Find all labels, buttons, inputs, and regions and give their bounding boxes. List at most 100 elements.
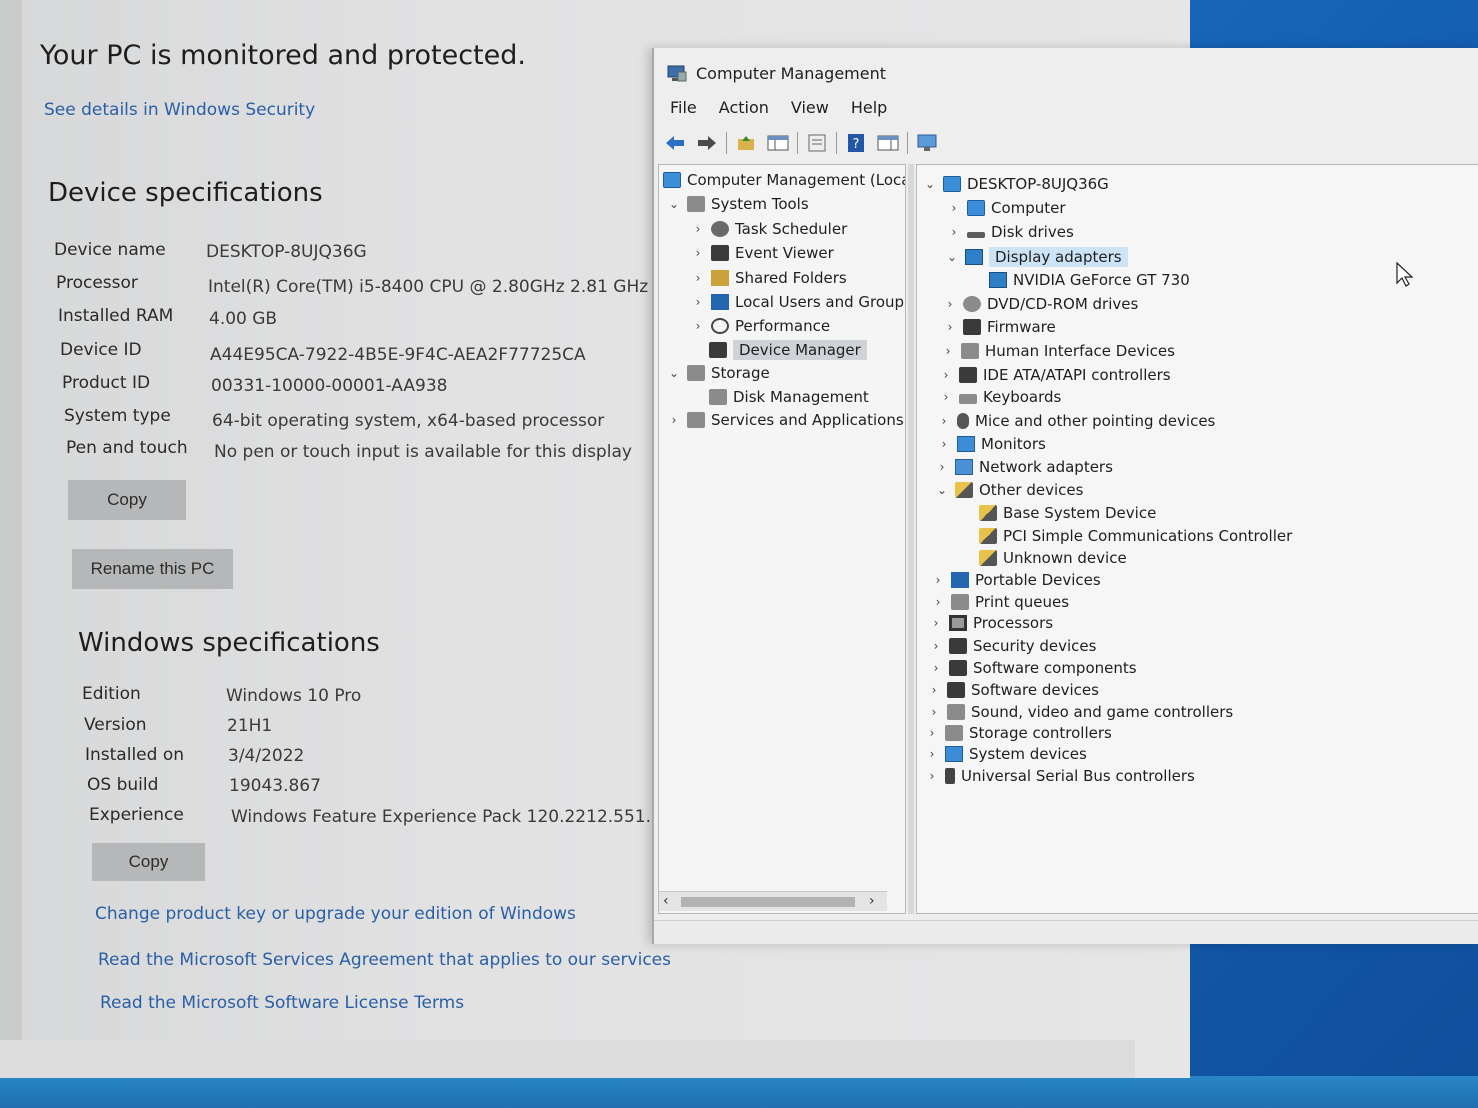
device-category[interactable]: › Software components	[929, 659, 1137, 677]
chevron-right-icon[interactable]: ›	[935, 460, 949, 474]
device-item[interactable]: Base System Device	[979, 504, 1156, 522]
device-category[interactable]: › DVD/CD-ROM drives	[943, 295, 1139, 313]
chevron-down-icon[interactable]: ⌄	[945, 250, 959, 264]
chevron-right-icon[interactable]: ›	[947, 225, 961, 239]
menu-file[interactable]: File	[670, 98, 697, 117]
rename-pc-button[interactable]: Rename this PC	[72, 549, 233, 589]
chevron-right-icon[interactable]: ›	[931, 573, 945, 587]
tree-item-shared-folders[interactable]: › Shared Folders	[691, 269, 847, 287]
scroll-left-icon[interactable]: ‹	[663, 893, 669, 909]
chevron-right-icon[interactable]: ›	[937, 414, 951, 428]
chevron-right-icon[interactable]: ›	[929, 661, 943, 675]
chevron-right-icon[interactable]: ›	[939, 368, 953, 382]
tree-item-storage[interactable]: ⌄ Storage	[667, 364, 770, 382]
change-product-key-link[interactable]: Change product key or upgrade your editi…	[95, 904, 576, 924]
properties-icon[interactable]	[804, 131, 830, 155]
tree-item-system-tools[interactable]: ⌄ System Tools	[667, 195, 809, 213]
device-category[interactable]: › Human Interface Devices	[941, 342, 1175, 360]
chevron-right-icon[interactable]: ›	[925, 747, 939, 761]
chevron-right-icon[interactable]: ›	[927, 683, 941, 697]
menu-view[interactable]: View	[791, 98, 829, 117]
device-category[interactable]: › Keyboards	[939, 388, 1062, 406]
chevron-right-icon[interactable]: ›	[943, 320, 957, 334]
device-category[interactable]: › Universal Serial Bus controllers	[925, 767, 1195, 785]
chevron-right-icon[interactable]: ›	[691, 246, 705, 260]
up-folder-icon[interactable]	[733, 131, 759, 155]
device-category[interactable]: › Network adapters	[935, 458, 1113, 476]
scroll-right-icon[interactable]: ›	[869, 893, 875, 909]
forward-arrow-icon[interactable]	[694, 131, 720, 155]
device-category[interactable]: › Monitors	[937, 435, 1046, 453]
device-category[interactable]: › IDE ATA/ATAPI controllers	[939, 366, 1171, 384]
chevron-right-icon[interactable]: ›	[691, 271, 705, 285]
tree-item-computer-management[interactable]: Computer Management (Local	[663, 171, 905, 189]
chevron-right-icon[interactable]: ›	[691, 319, 705, 333]
back-arrow-icon[interactable]	[662, 131, 688, 155]
device-item[interactable]: NVIDIA GeForce GT 730	[989, 271, 1190, 289]
device-category[interactable]: › Processors	[929, 614, 1053, 632]
spec-label: Experience	[89, 805, 184, 825]
chevron-right-icon[interactable]: ›	[929, 616, 943, 630]
show-hide-tree-icon[interactable]	[765, 131, 791, 155]
tree-item-local-users[interactable]: › Local Users and Groups	[691, 293, 905, 311]
chevron-right-icon[interactable]: ›	[927, 705, 941, 719]
device-category[interactable]: › Computer	[947, 199, 1066, 217]
tree-item-label: Universal Serial Bus controllers	[961, 767, 1195, 785]
menu-action[interactable]: Action	[719, 98, 769, 117]
tree-item-disk-management[interactable]: Disk Management	[709, 388, 869, 406]
device-category[interactable]: › Firmware	[943, 318, 1056, 336]
device-item[interactable]: Unknown device	[979, 549, 1127, 567]
monitor-icon[interactable]	[914, 131, 940, 155]
device-category-display-adapters[interactable]: ⌄ Display adapters	[945, 247, 1128, 267]
tree-item-performance[interactable]: › Performance	[691, 317, 830, 335]
license-terms-link[interactable]: Read the Microsoft Software License Term…	[100, 993, 464, 1013]
other-devices-icon	[955, 482, 973, 498]
chevron-right-icon[interactable]: ›	[925, 726, 939, 740]
chevron-right-icon[interactable]: ›	[943, 297, 957, 311]
device-category[interactable]: › Software devices	[927, 681, 1099, 699]
horizontal-scrollbar[interactable]: ‹ ›	[659, 891, 887, 911]
device-category[interactable]: › Storage controllers	[925, 724, 1112, 742]
chevron-right-icon[interactable]: ›	[931, 595, 945, 609]
device-root[interactable]: ⌄ DESKTOP-8UJQ36G	[923, 175, 1109, 193]
device-category[interactable]: › System devices	[925, 745, 1087, 763]
chevron-right-icon[interactable]: ›	[925, 769, 939, 783]
chevron-down-icon[interactable]: ⌄	[935, 483, 949, 497]
device-category[interactable]: › Portable Devices	[931, 571, 1101, 589]
device-category[interactable]: › Security devices	[929, 637, 1097, 655]
chevron-down-icon[interactable]: ⌄	[667, 366, 681, 380]
chevron-right-icon[interactable]: ›	[941, 344, 955, 358]
chevron-right-icon[interactable]: ›	[691, 295, 705, 309]
help-icon[interactable]: ?	[843, 131, 869, 155]
device-category[interactable]: › Disk drives	[947, 223, 1074, 241]
tree-item-task-scheduler[interactable]: › Task Scheduler	[691, 220, 848, 238]
export-list-icon[interactable]	[875, 131, 901, 155]
device-category[interactable]: › Mice and other pointing devices	[937, 412, 1216, 430]
chevron-right-icon[interactable]: ›	[667, 413, 681, 427]
chevron-down-icon[interactable]: ⌄	[667, 197, 681, 211]
dvd-icon	[963, 296, 981, 312]
device-category[interactable]: › Sound, video and game controllers	[927, 703, 1234, 721]
pane-splitter[interactable]	[908, 164, 914, 914]
chevron-right-icon[interactable]: ›	[939, 390, 953, 404]
device-item[interactable]: PCI Simple Communications Controller	[979, 527, 1292, 545]
chevron-right-icon[interactable]: ›	[691, 222, 705, 236]
scrollbar-thumb[interactable]	[681, 897, 855, 907]
spec-label: Device ID	[60, 340, 142, 360]
copy-windows-specs-button[interactable]: Copy	[92, 843, 205, 881]
menu-help[interactable]: Help	[851, 98, 887, 117]
tree-item-services-applications[interactable]: › Services and Applications	[667, 411, 904, 429]
chevron-right-icon[interactable]: ›	[929, 639, 943, 653]
device-category-other-devices[interactable]: ⌄ Other devices	[935, 481, 1083, 499]
chevron-down-icon[interactable]: ⌄	[923, 177, 937, 191]
mouse-icon	[957, 413, 969, 429]
tree-item-event-viewer[interactable]: › Event Viewer	[691, 244, 834, 262]
chevron-right-icon[interactable]: ›	[937, 437, 951, 451]
services-agreement-link[interactable]: Read the Microsoft Services Agreement th…	[98, 950, 671, 970]
windows-security-link[interactable]: See details in Windows Security	[44, 100, 315, 120]
storage-controller-icon	[945, 725, 963, 741]
device-category[interactable]: › Print queues	[931, 593, 1070, 611]
tree-item-device-manager[interactable]: Device Manager	[709, 340, 867, 360]
chevron-right-icon[interactable]: ›	[947, 201, 961, 215]
copy-device-specs-button[interactable]: Copy	[68, 480, 186, 520]
